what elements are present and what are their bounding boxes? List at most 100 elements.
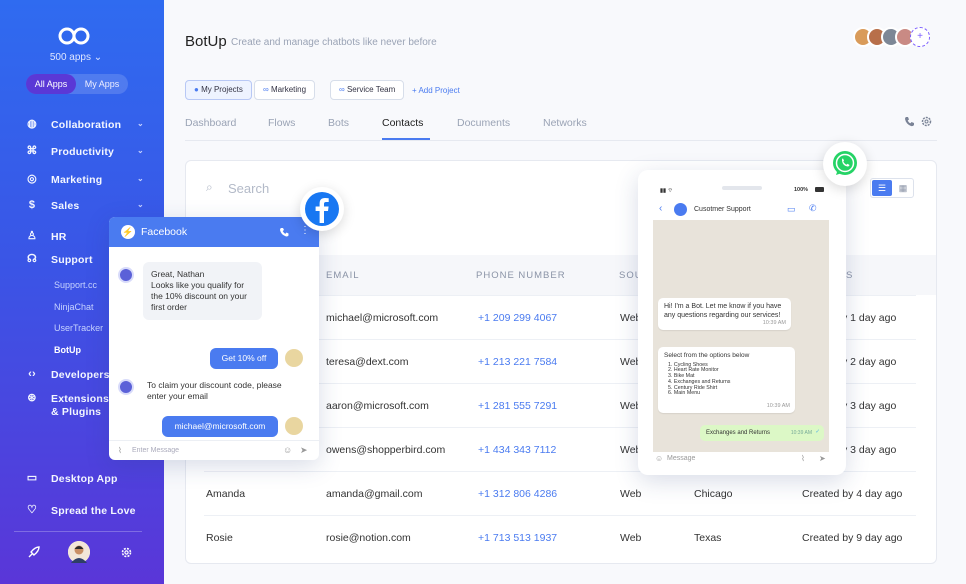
- tab-dashboard[interactable]: Dashboard: [185, 117, 236, 129]
- cell-phone[interactable]: +1 713 513 1937: [478, 532, 557, 544]
- all-apps-tab[interactable]: All Apps: [26, 74, 76, 94]
- sidebar-subitem-ninjachat[interactable]: NinjaChat: [54, 302, 94, 312]
- cell-created: Created by 9 day ago: [802, 532, 903, 544]
- rocket-icon[interactable]: [27, 546, 40, 559]
- column-header-created[interactable]: S: [846, 270, 853, 281]
- tabs-divider: [185, 140, 937, 141]
- active-tab-indicator: [382, 138, 430, 140]
- phone-call-icon[interactable]: ✆: [809, 203, 817, 214]
- cell-phone[interactable]: +1 312 806 4286: [478, 488, 557, 500]
- cell-phone[interactable]: +1 281 555 7291: [478, 400, 557, 412]
- app-title: BotUp: [185, 33, 227, 50]
- command-icon: ⌘: [26, 145, 38, 157]
- cell-created: y 3 day ago: [842, 444, 897, 456]
- infinity-logo-icon[interactable]: [57, 26, 91, 46]
- attach-icon[interactable]: ⌇: [118, 446, 122, 455]
- bot-message: To claim your discount code, please ente…: [141, 376, 293, 406]
- cell-phone[interactable]: +1 213 221 7584: [478, 356, 557, 368]
- facebook-logo-icon: [300, 187, 344, 231]
- column-header-phone[interactable]: PHONE NUMBER: [476, 270, 566, 281]
- whatsapp-logo-icon: [823, 142, 867, 186]
- message-time: 10:39 AM: [762, 319, 786, 326]
- sidebar-subitem-botup[interactable]: BotUp: [54, 345, 81, 355]
- message-input[interactable]: ⌇ Enter Message ☺ ➤: [109, 440, 319, 460]
- cell-created: y 1 day ago: [842, 312, 897, 324]
- user-message: michael@microsoft.com: [162, 416, 278, 437]
- add-project-link[interactable]: + Add Project: [412, 86, 460, 95]
- whatsapp-message-input[interactable]: ☺ Message ⌇ ➤: [653, 454, 829, 466]
- message-input-placeholder: Enter Message: [132, 447, 180, 454]
- heart-icon: ♡: [26, 504, 38, 516]
- cell-email: teresa@dext.com: [326, 356, 409, 368]
- send-icon[interactable]: ➤: [819, 454, 826, 463]
- cell-phone[interactable]: +1 209 299 4067: [478, 312, 557, 324]
- headset-icon: ☊: [27, 253, 37, 265]
- back-icon[interactable]: ‹: [659, 203, 662, 214]
- apps-count-dropdown[interactable]: 500 apps ⌄: [0, 52, 152, 63]
- table-row[interactable]: Rosie rosie@notion.com +1 713 513 1937 W…: [204, 515, 916, 559]
- search-icon: ⌕: [206, 180, 213, 194]
- sidebar-item-label: Extensions & Plugins: [51, 393, 110, 418]
- cell-city: Chicago: [694, 488, 733, 500]
- search-input[interactable]: Search: [228, 181, 269, 196]
- cell-created: y 3 day ago: [842, 400, 897, 412]
- infinity-icon: ∞: [339, 85, 345, 94]
- table-row[interactable]: Amanda amanda@gmail.com +1 312 806 4286 …: [204, 471, 916, 515]
- chat-title: Facebook: [141, 226, 188, 238]
- cell-created: y 2 day ago: [842, 356, 897, 368]
- tab-networks[interactable]: Networks: [543, 117, 587, 129]
- phone-icon[interactable]: [904, 116, 914, 127]
- emoji-icon[interactable]: ☺: [283, 445, 292, 455]
- user-avatar[interactable]: [68, 541, 90, 563]
- team-avatars[interactable]: +: [853, 27, 933, 49]
- settings-icon[interactable]: [921, 116, 932, 127]
- read-check-icon: ✓: [815, 429, 820, 435]
- sidebar-subitem-usertracker[interactable]: UserTracker: [54, 323, 103, 333]
- bot-message: Hi! I'm a Bot. Let me know if you have a…: [658, 298, 791, 330]
- tab-bots[interactable]: Bots: [328, 117, 349, 129]
- list-view-icon[interactable]: ☰: [872, 180, 892, 196]
- sidebar-item-label: Developers: [51, 369, 110, 381]
- project-chip-service-team[interactable]: ∞ Service Team: [330, 80, 405, 100]
- grid-view-icon[interactable]: ▦: [893, 180, 913, 196]
- project-chip-marketing[interactable]: ∞ Marketing: [254, 80, 316, 100]
- attach-icon[interactable]: ⌇: [801, 454, 805, 463]
- sidebar-subitem-support-cc[interactable]: Support.cc: [54, 280, 97, 290]
- add-member-icon[interactable]: +: [910, 27, 930, 47]
- message-time: 10:39 AM: [766, 402, 790, 409]
- cell-phone[interactable]: +1 434 343 7112: [478, 444, 556, 456]
- dot-icon: ●: [194, 85, 199, 94]
- sidebar-item-label: Marketing: [51, 174, 103, 186]
- chevron-down-icon: ⌄: [137, 174, 144, 183]
- sidebar-item-label: Desktop App: [51, 473, 118, 485]
- apps-filter-toggle: All Apps My Apps: [26, 74, 128, 94]
- video-call-icon[interactable]: ▭: [787, 204, 796, 215]
- project-chip-my-projects[interactable]: ● My Projects: [185, 80, 252, 100]
- cell-email: rosie@notion.com: [326, 532, 411, 544]
- cell-name: Amanda: [206, 488, 246, 500]
- tab-flows[interactable]: Flows: [268, 117, 295, 129]
- settings-gear-icon[interactable]: [120, 546, 133, 559]
- facebook-chat-header: ⚡ Facebook ⋮: [109, 217, 319, 247]
- user-reply: Exchanges and Returns 10:39 AM ✓: [700, 425, 824, 441]
- options-list: 1. Cycling Shoes 2. Heart Rate Monitor 3…: [668, 361, 731, 397]
- emoji-icon[interactable]: ☺: [655, 454, 663, 463]
- phone-icon[interactable]: [279, 227, 289, 237]
- signal-icon: ▮▮ ⌔: [660, 188, 673, 194]
- battery-status: 100%: [794, 187, 809, 193]
- user-avatar: [285, 349, 303, 367]
- tab-documents[interactable]: Documents: [457, 117, 510, 129]
- whatsapp-phone-mockup: ▮▮ ⌔ 100% ‹ Cusotmer Support ▭ ✆ Hi! I'm…: [638, 170, 846, 475]
- cell-name: Rosie: [206, 532, 233, 544]
- facebook-chat-widget: ⚡ Facebook ⋮ Great, Nathan Looks like yo…: [109, 217, 319, 460]
- cell-source: Web: [620, 532, 642, 544]
- cell-email: amanda@gmail.com: [326, 488, 423, 500]
- battery-icon: [815, 187, 824, 192]
- quick-reply-button[interactable]: Get 10% off: [210, 348, 278, 369]
- send-icon[interactable]: ➤: [300, 445, 308, 456]
- column-header-email[interactable]: EMAIL: [326, 270, 360, 281]
- message-input-placeholder: Message: [667, 455, 696, 462]
- my-apps-tab[interactable]: My Apps: [78, 74, 126, 94]
- tab-contacts[interactable]: Contacts: [382, 117, 423, 129]
- person-icon: ♙: [26, 230, 38, 242]
